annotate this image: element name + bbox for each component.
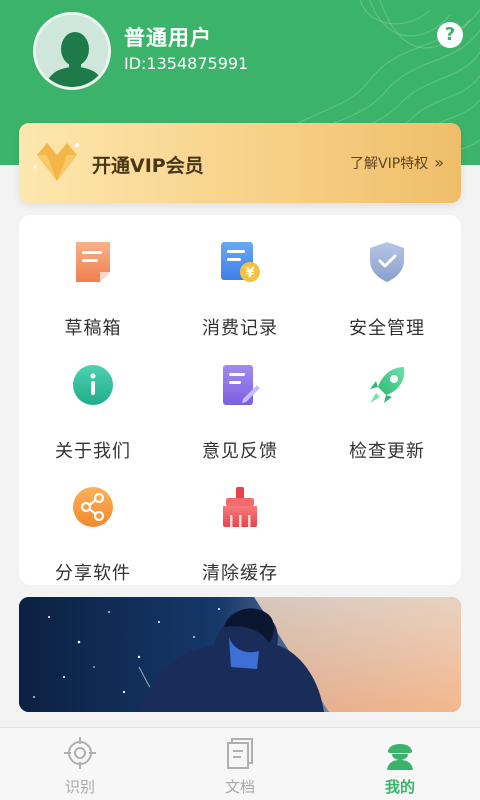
vip-link-label: 了解VIP特权 xyxy=(350,156,429,172)
menu-item-check-update[interactable]: 检查更新 xyxy=(317,363,457,473)
diamond-icon xyxy=(33,143,79,181)
menu-card: 草稿箱 ¥ 消费记录 安全管理 关于我们 意见反馈 检查更新 分享软件 清除缓存 xyxy=(19,215,461,585)
vip-privileges-link[interactable]: 了解VIP特权 » xyxy=(350,153,444,173)
menu-item-about-us[interactable]: 关于我们 xyxy=(23,363,163,473)
menu-item-label: 消费记录 xyxy=(202,318,278,339)
tab-documents[interactable]: 文档 xyxy=(160,734,320,798)
promo-banner[interactable] xyxy=(19,597,461,712)
menu-item-clear-cache[interactable]: 清除缓存 xyxy=(170,485,310,595)
broom-icon xyxy=(223,487,257,527)
share-icon xyxy=(73,487,113,527)
svg-text:¥: ¥ xyxy=(245,266,254,281)
menu-item-feedback[interactable]: 意见反馈 xyxy=(170,363,310,473)
menu-item-label: 清除缓存 xyxy=(202,563,278,584)
menu-item-label: 草稿箱 xyxy=(64,318,122,339)
shield-icon xyxy=(370,242,404,282)
feedback-icon xyxy=(223,365,260,405)
tab-recognize[interactable]: 识别 xyxy=(0,734,160,798)
menu-item-label: 关于我们 xyxy=(55,441,131,462)
menu-item-consumption-record[interactable]: ¥ 消费记录 xyxy=(170,240,310,350)
vip-banner[interactable]: 开通VIP会员 了解VIP特权 » xyxy=(19,123,461,203)
drafts-icon xyxy=(76,242,110,282)
banner-illustration xyxy=(19,597,461,712)
consumption-record-icon: ¥ xyxy=(221,242,260,282)
avatar[interactable] xyxy=(33,12,111,90)
user-name: 普通用户 xyxy=(124,26,212,50)
scan-target-icon xyxy=(64,737,96,769)
menu-item-drafts[interactable]: 草稿箱 xyxy=(23,240,163,350)
help-icon[interactable]: ? xyxy=(437,22,463,48)
rocket-icon xyxy=(370,367,405,403)
double-chevron-right-icon: » xyxy=(434,153,444,172)
user-id: ID:1354875991 xyxy=(124,54,249,73)
menu-item-label: 安全管理 xyxy=(349,318,425,339)
profile-icon xyxy=(387,744,413,770)
tab-label: 我的 xyxy=(384,778,415,796)
user-silhouette-icon xyxy=(36,15,108,87)
menu-item-label: 分享软件 xyxy=(55,563,131,584)
tab-mine[interactable]: 我的 xyxy=(320,734,480,798)
menu-item-label: 意见反馈 xyxy=(202,441,278,462)
menu-item-security[interactable]: 安全管理 xyxy=(317,240,457,350)
tab-label: 文档 xyxy=(224,778,255,796)
vip-title: 开通VIP会员 xyxy=(92,155,204,177)
document-icon xyxy=(227,738,253,769)
info-icon xyxy=(73,365,113,405)
menu-item-label: 检查更新 xyxy=(349,441,425,462)
tab-label: 识别 xyxy=(64,778,95,796)
bottom-tab-bar: 识别 文档 我的 xyxy=(0,727,480,800)
menu-item-share-app[interactable]: 分享软件 xyxy=(23,485,163,595)
